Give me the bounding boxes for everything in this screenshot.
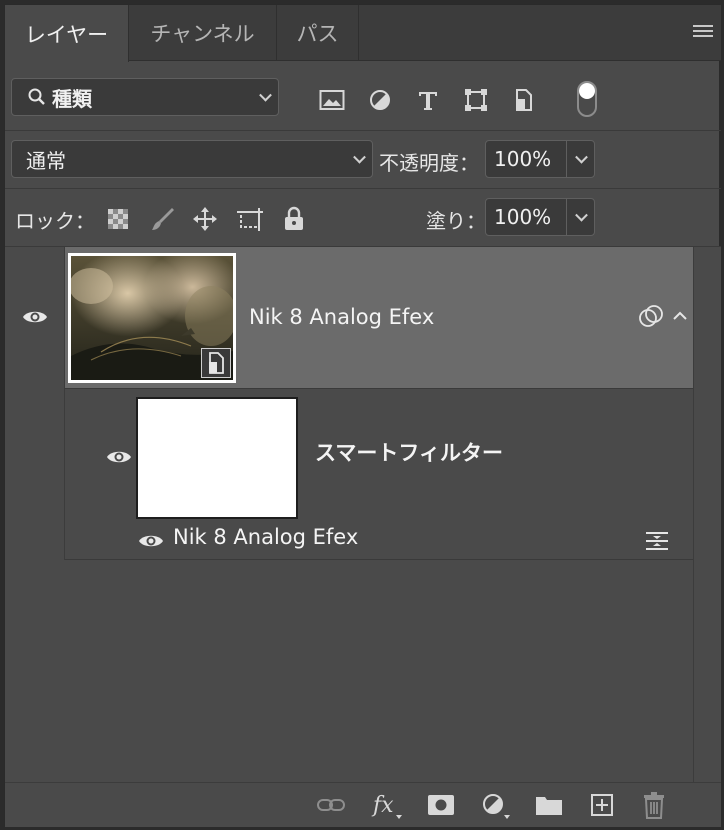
smart-object-filter-icon[interactable] bbox=[509, 85, 539, 115]
bottom-toolbar: fx bbox=[5, 782, 721, 827]
smart-filters-label: スマートフィルター bbox=[315, 441, 503, 465]
svg-text:fx: fx bbox=[371, 793, 394, 818]
filter-name[interactable]: Nik 8 Analog Efex bbox=[173, 525, 358, 549]
lock-artboard-icon[interactable] bbox=[234, 204, 266, 234]
fx-icon[interactable]: fx bbox=[369, 789, 405, 821]
visibility-column bbox=[5, 247, 65, 560]
chevron-up-icon[interactable] bbox=[671, 307, 689, 325]
eye-icon[interactable] bbox=[105, 445, 133, 469]
type-filter-icon[interactable] bbox=[413, 85, 443, 115]
filter-blending-options-icon[interactable] bbox=[643, 529, 671, 553]
layers-panel: レイヤー チャンネル パス 種類 通常 不透明度： 100% ロック： 塗り： … bbox=[4, 4, 721, 827]
opacity-label: 不透明度： bbox=[379, 151, 479, 175]
lock-transparent-pixels-icon[interactable] bbox=[105, 206, 131, 232]
fill-label: 塗り： bbox=[426, 209, 486, 233]
blend-mode-value: 通常 bbox=[26, 148, 66, 173]
filter-mask-thumbnail[interactable] bbox=[136, 397, 298, 519]
smart-filter-options-icon[interactable] bbox=[637, 303, 665, 331]
chevron-down-icon bbox=[353, 150, 366, 164]
lock-image-pixels-icon[interactable] bbox=[148, 204, 178, 234]
eye-icon[interactable] bbox=[137, 529, 165, 553]
opacity-field[interactable]: 100% bbox=[485, 140, 595, 178]
tab-layers[interactable]: レイヤー bbox=[5, 5, 129, 62]
smart-object-badge-icon bbox=[201, 348, 231, 378]
filter-row: 種類 bbox=[5, 61, 721, 131]
new-layer-icon[interactable] bbox=[587, 791, 617, 819]
new-group-icon[interactable] bbox=[533, 791, 565, 819]
layer-name[interactable]: Nik 8 Analog Efex bbox=[249, 305, 434, 329]
fill-value: 100% bbox=[494, 205, 552, 229]
layer-row[interactable]: Nik 8 Analog Efex bbox=[65, 247, 693, 389]
divider bbox=[566, 141, 567, 177]
filter-toggle-switch[interactable] bbox=[575, 79, 599, 119]
lock-all-icon[interactable] bbox=[280, 204, 308, 234]
lock-position-icon[interactable] bbox=[190, 204, 220, 234]
smart-filters-row[interactable]: スマートフィルター Nik 8 Analog Efex bbox=[65, 389, 693, 560]
chevron-down-icon[interactable] bbox=[575, 150, 588, 164]
lock-row: ロック： 塗り： 100% bbox=[5, 189, 721, 247]
opacity-value: 100% bbox=[494, 147, 552, 171]
filter-kind-select[interactable]: 種類 bbox=[11, 78, 279, 116]
divider bbox=[566, 199, 567, 235]
chevron-down-icon bbox=[259, 88, 272, 102]
shape-filter-icon[interactable] bbox=[461, 85, 491, 115]
chevron-down-icon[interactable] bbox=[575, 208, 588, 222]
eye-icon[interactable] bbox=[21, 305, 49, 329]
image-filter-icon[interactable] bbox=[317, 85, 347, 115]
search-icon bbox=[26, 86, 48, 108]
blend-mode-select[interactable]: 通常 bbox=[11, 140, 373, 178]
tab-bar: レイヤー チャンネル パス bbox=[5, 5, 721, 62]
add-mask-icon[interactable] bbox=[425, 791, 457, 819]
trash-icon[interactable] bbox=[639, 789, 669, 821]
fill-field[interactable]: 100% bbox=[485, 198, 595, 236]
tab-paths[interactable]: パス bbox=[277, 5, 359, 61]
scrollbar[interactable] bbox=[693, 247, 721, 782]
adjustment-filter-icon[interactable] bbox=[365, 85, 395, 115]
layers-list: Nik 8 Analog Efex スマートフィルター Nik 8 Analog… bbox=[5, 247, 693, 782]
filter-kind-label: 種類 bbox=[52, 86, 92, 111]
layer-thumbnail[interactable] bbox=[68, 253, 236, 383]
blend-row: 通常 不透明度： 100% bbox=[5, 131, 721, 189]
new-adjustment-layer-icon[interactable] bbox=[479, 791, 515, 821]
link-layers-icon[interactable] bbox=[315, 791, 347, 819]
tab-channels[interactable]: チャンネル bbox=[129, 5, 277, 61]
lock-label: ロック： bbox=[15, 209, 95, 233]
panel-menu-icon[interactable] bbox=[693, 25, 713, 41]
